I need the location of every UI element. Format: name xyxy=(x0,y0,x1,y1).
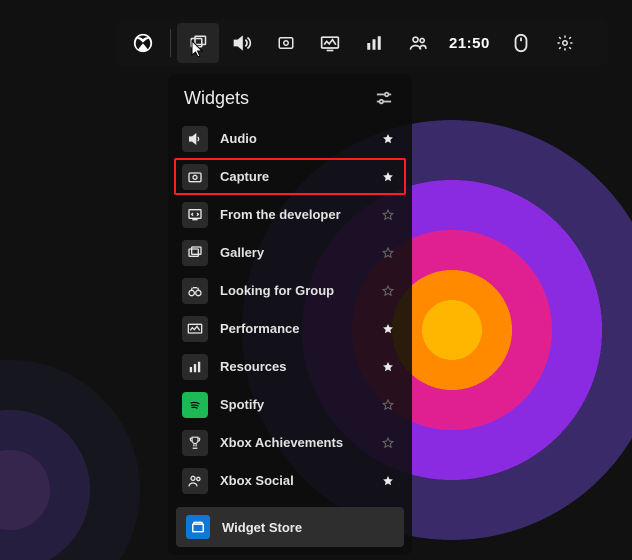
widget-item-label: Performance xyxy=(208,321,380,336)
widget-item-label: Resources xyxy=(208,359,380,374)
spotify-icon xyxy=(182,392,208,418)
gamebar-toolbar: 21:50 xyxy=(116,20,608,66)
group-button[interactable] xyxy=(397,23,439,63)
mouse-icon xyxy=(513,33,529,53)
capture-button[interactable] xyxy=(265,23,307,63)
resources-button[interactable] xyxy=(353,23,395,63)
dev-icon xyxy=(182,202,208,228)
widget-item-label: Spotify xyxy=(208,397,380,412)
audio-button[interactable] xyxy=(221,23,263,63)
binoculars-icon xyxy=(182,278,208,304)
bars-icon xyxy=(365,34,383,52)
pin-star-icon[interactable] xyxy=(380,285,396,297)
bars-icon xyxy=(182,354,208,380)
performance-button[interactable] xyxy=(309,23,351,63)
pin-star-icon[interactable] xyxy=(380,475,396,487)
widgets-menu-button[interactable] xyxy=(177,23,219,63)
widget-list: Audio Capture From the developer Gallery Loo… xyxy=(174,120,406,499)
perf-icon xyxy=(320,34,340,52)
widget-item-label: From the developer xyxy=(208,207,380,222)
pin-star-icon[interactable] xyxy=(380,171,396,183)
mouse-button[interactable] xyxy=(500,23,542,63)
gear-icon xyxy=(556,34,574,52)
panel-settings-button[interactable] xyxy=(372,86,396,110)
pin-star-icon[interactable] xyxy=(380,247,396,259)
camera-icon xyxy=(182,164,208,190)
pin-star-icon[interactable] xyxy=(380,133,396,145)
social-icon xyxy=(182,468,208,494)
panel-title: Widgets xyxy=(184,88,249,109)
widget-item-label: Gallery xyxy=(208,245,380,260)
separator xyxy=(170,29,171,57)
perf-icon xyxy=(182,316,208,342)
settings-button[interactable] xyxy=(544,23,586,63)
pin-star-icon[interactable] xyxy=(380,399,396,411)
widget-item-audio[interactable]: Audio xyxy=(174,120,406,157)
sound-icon xyxy=(232,33,252,53)
widget-item-performance[interactable]: Performance xyxy=(174,310,406,347)
clock: 21:50 xyxy=(441,35,498,52)
pin-star-icon[interactable] xyxy=(380,361,396,373)
store-label: Widget Store xyxy=(210,520,302,535)
overlay-icon xyxy=(189,34,207,52)
people-icon xyxy=(408,34,428,52)
store-icon xyxy=(186,515,210,539)
xbox-icon xyxy=(133,33,153,53)
trophy-icon xyxy=(182,430,208,456)
pin-star-icon[interactable] xyxy=(380,209,396,221)
sliders-icon xyxy=(376,91,392,105)
widget-item-spotify[interactable]: Spotify xyxy=(174,386,406,423)
gallery-icon xyxy=(182,240,208,266)
widget-item-label: Audio xyxy=(208,131,380,146)
widget-item-xbox-social[interactable]: Xbox Social xyxy=(174,462,406,499)
widget-store-button[interactable]: Widget Store xyxy=(176,507,404,547)
widget-item-label: Xbox Achievements xyxy=(208,435,380,450)
camera-icon xyxy=(277,34,295,52)
xbox-button[interactable] xyxy=(122,23,164,63)
widget-item-looking-for-group[interactable]: Looking for Group xyxy=(174,272,406,309)
widget-item-label: Xbox Social xyxy=(208,473,380,488)
pin-star-icon[interactable] xyxy=(380,323,396,335)
widget-item-resources[interactable]: Resources xyxy=(174,348,406,385)
widget-item-label: Looking for Group xyxy=(208,283,380,298)
widget-item-xbox-achievements[interactable]: Xbox Achievements xyxy=(174,424,406,461)
sound-small-icon xyxy=(182,126,208,152)
pin-star-icon[interactable] xyxy=(380,437,396,449)
widget-item-label: Capture xyxy=(208,169,380,184)
widget-item-capture[interactable]: Capture xyxy=(174,158,406,195)
widget-item-from-the-developer[interactable]: From the developer xyxy=(174,196,406,233)
widget-item-gallery[interactable]: Gallery xyxy=(174,234,406,271)
widgets-panel: Widgets Audio Capture From the developer Ga… xyxy=(168,74,412,555)
